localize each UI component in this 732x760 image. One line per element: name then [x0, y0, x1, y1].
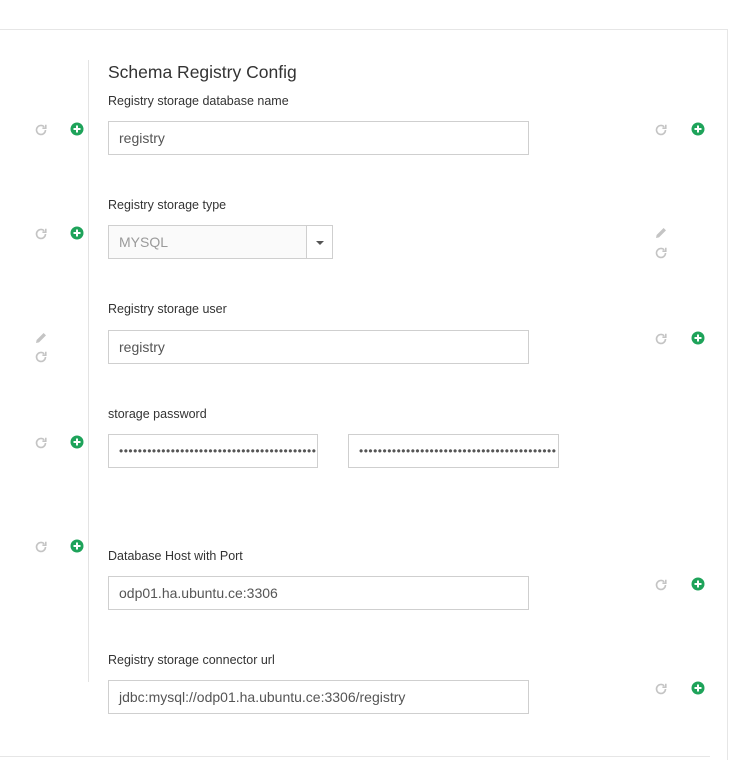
undo-icon[interactable] [34, 540, 48, 554]
plus-circle-icon[interactable] [691, 577, 705, 591]
plus-circle-icon[interactable] [70, 539, 84, 553]
undo-icon[interactable] [654, 246, 668, 260]
field-label-db-host: Database Host with Port [108, 549, 243, 563]
undo-icon[interactable] [654, 332, 668, 346]
undo-icon[interactable] [34, 350, 48, 364]
undo-icon[interactable] [34, 123, 48, 137]
plus-circle-icon[interactable] [691, 681, 705, 695]
field-label-connector-url: Registry storage connector url [108, 653, 275, 667]
db-name-input[interactable]: registry [108, 121, 529, 155]
field-label-storage-type: Registry storage type [108, 198, 227, 212]
undo-icon[interactable] [34, 436, 48, 450]
pencil-icon[interactable] [654, 226, 668, 240]
plus-circle-icon[interactable] [691, 331, 705, 345]
field-label-storage-password: storage password [108, 407, 207, 421]
plus-circle-icon[interactable] [70, 435, 84, 449]
connector-url-input[interactable]: jdbc:mysql://odp01.ha.ubuntu.ce:3306/reg… [108, 680, 529, 714]
db-host-input[interactable]: odp01.ha.ubuntu.ce:3306 [108, 576, 529, 610]
plus-circle-icon[interactable] [691, 122, 705, 136]
field-label-db-name: Registry storage database name [108, 94, 289, 108]
storage-password-input[interactable]: ••••••••••••••••••••••••••••••••••••••••… [108, 434, 318, 468]
section-title: Schema Registry Config [108, 62, 297, 82]
undo-icon[interactable] [654, 682, 668, 696]
section-guide-line [88, 60, 89, 682]
caret-down-icon [316, 241, 324, 245]
bottom-divider [0, 756, 710, 757]
storage-user-input[interactable]: registry [108, 330, 529, 364]
undo-icon[interactable] [654, 123, 668, 137]
plus-circle-icon[interactable] [70, 226, 84, 240]
pencil-icon[interactable] [34, 331, 48, 345]
undo-icon[interactable] [654, 578, 668, 592]
field-label-storage-user: Registry storage user [108, 302, 227, 316]
right-divider [727, 29, 728, 760]
undo-icon[interactable] [34, 227, 48, 241]
storage-password-confirm-input[interactable]: ••••••••••••••••••••••••••••••••••••••••… [348, 434, 559, 468]
storage-type-select[interactable]: MYSQL [108, 225, 307, 259]
plus-circle-icon[interactable] [70, 122, 84, 136]
top-divider [0, 29, 728, 30]
storage-type-dropdown-button[interactable] [306, 225, 333, 259]
